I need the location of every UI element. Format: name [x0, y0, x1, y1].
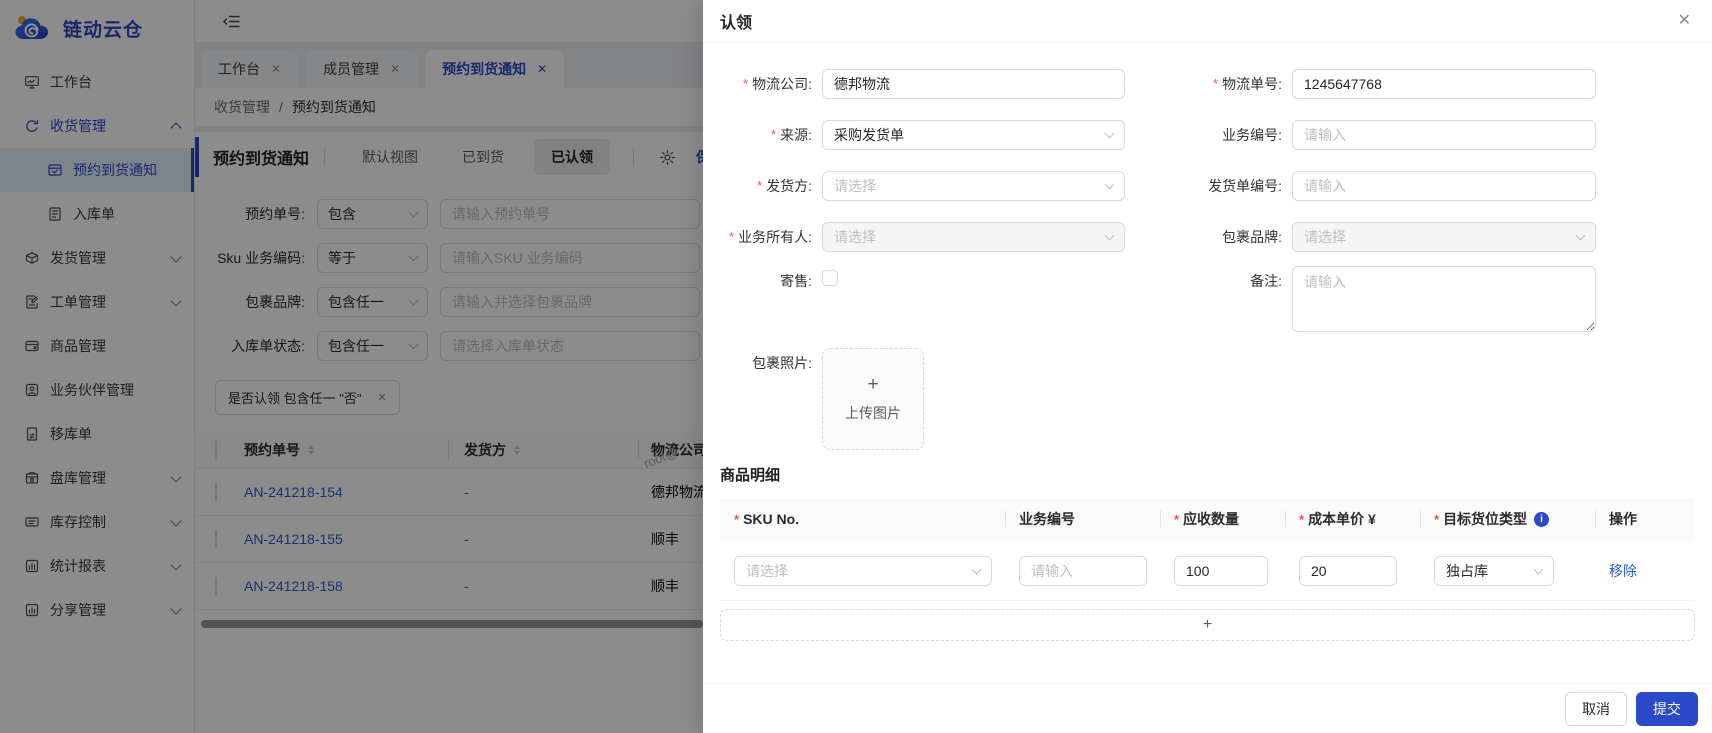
- select-value: 采购发货单: [834, 126, 904, 143]
- field-label: 发货单编号:: [1125, 160, 1292, 211]
- field-label: * 物流公司:: [720, 58, 822, 109]
- source-select[interactable]: 采购发货单: [822, 119, 1125, 150]
- column-label: SKU No.: [743, 511, 800, 527]
- select-value: 独占库: [1446, 562, 1488, 579]
- add-row-button[interactable]: +: [720, 609, 1695, 641]
- required-mark: *: [734, 511, 740, 527]
- select-placeholder: 请选择: [746, 562, 788, 579]
- detail-section-title: 商品明细: [720, 467, 781, 484]
- select-placeholder: 请选择: [834, 228, 876, 245]
- upload-image-button[interactable]: + 上传图片: [822, 348, 924, 450]
- label-text: 业务编号:: [1222, 126, 1282, 143]
- consignment-checkbox[interactable]: [822, 270, 838, 286]
- plus-icon: +: [867, 374, 879, 395]
- detail-column-qty: * 应收数量: [1160, 509, 1285, 529]
- select-placeholder: 请选择: [1304, 228, 1346, 245]
- column-label: 操作: [1609, 511, 1637, 527]
- field-label: 包裹品牌:: [1125, 211, 1292, 262]
- column-label: 成本单价 ¥: [1308, 511, 1376, 527]
- field-label: * 物流单号:: [1125, 58, 1292, 109]
- required-mark: *: [1434, 511, 1440, 527]
- chevron-down-icon: [1533, 564, 1544, 574]
- location-type-select[interactable]: 独占库: [1434, 555, 1554, 586]
- biz-no-input[interactable]: [1292, 119, 1596, 150]
- field-label: 业务编号:: [1125, 109, 1292, 160]
- label-text: 来源:: [780, 126, 812, 143]
- required-mark: *: [1213, 76, 1219, 91]
- detail-column-sku: * SKU No.: [720, 511, 1005, 527]
- chevron-down-icon: [1575, 230, 1586, 240]
- modal-body: *物流公司: *物流单号: *来源: 采购发货单 业务编号: *发货方: 请选择…: [703, 43, 1712, 683]
- label-text: 物流单号:: [1222, 75, 1282, 92]
- label-text: 物流公司:: [752, 75, 812, 92]
- field-label: * 来源:: [720, 109, 822, 160]
- cancel-button[interactable]: 取消: [1565, 691, 1627, 726]
- field-label: 寄售:: [720, 262, 822, 344]
- required-mark: *: [1174, 511, 1180, 527]
- close-icon[interactable]: ✕: [1678, 13, 1691, 29]
- upload-label: 上传图片: [845, 405, 901, 421]
- field-label: * 业务所有人:: [720, 211, 822, 262]
- sku-select[interactable]: 请选择: [734, 555, 992, 586]
- qty-input[interactable]: [1174, 555, 1268, 586]
- field-label: 备注:: [1125, 262, 1292, 344]
- required-mark: *: [771, 127, 777, 142]
- unit-price-input[interactable]: [1299, 555, 1397, 586]
- modal-header: 认领 ✕: [703, 0, 1712, 43]
- field-label: 包裹照片:: [720, 344, 822, 456]
- label-text: 备注:: [1250, 273, 1282, 289]
- claim-form: *物流公司: *物流单号: *来源: 采购发货单 业务编号: *发货方: 请选择…: [720, 58, 1695, 456]
- page: 链动云仓 工作台 收货管理 预约到货通知 入库单 发货管理 工单管理 商品管理 …: [0, 0, 1712, 733]
- biz-owner-select[interactable]: 请选择: [822, 221, 1125, 252]
- label-text: 包裹品牌:: [1222, 228, 1282, 245]
- shipper-select[interactable]: 请选择: [822, 170, 1125, 201]
- item-biz-no-input[interactable]: [1019, 555, 1147, 586]
- required-mark: *: [729, 229, 735, 244]
- select-placeholder: 请选择: [834, 177, 876, 194]
- detail-column-price: * 成本单价 ¥: [1285, 509, 1420, 529]
- required-mark: *: [757, 178, 763, 193]
- shipping-order-no-input[interactable]: [1292, 170, 1596, 201]
- chevron-down-icon: [1104, 179, 1115, 189]
- field-label: * 发货方:: [720, 160, 822, 211]
- chevron-down-icon: [1104, 230, 1115, 240]
- chevron-down-icon: [1104, 128, 1115, 138]
- label-text: 发货方:: [766, 177, 812, 194]
- logistics-company-input[interactable]: [822, 68, 1125, 99]
- detail-column-location-type: * 目标货位类型 i: [1420, 509, 1595, 529]
- info-icon[interactable]: i: [1534, 511, 1550, 527]
- label-text: 寄售:: [780, 273, 812, 289]
- label-text: 包裹照片:: [752, 355, 812, 371]
- detail-column-biz: 业务编号: [1005, 509, 1160, 529]
- column-label: 应收数量: [1183, 511, 1240, 527]
- detail-header-row: * SKU No. 业务编号 * 应收数量 * 成本单价 ¥ * 目标货位类型 i 操作: [720, 497, 1695, 541]
- detail-item-row: 请选择 独占库 移除: [720, 541, 1695, 601]
- modal-title: 认领: [720, 15, 753, 32]
- label-text: 发货单编号:: [1208, 177, 1282, 194]
- remark-textarea[interactable]: [1292, 266, 1596, 332]
- required-mark: *: [743, 76, 749, 91]
- claim-modal: 认领 ✕ *物流公司: *物流单号: *来源: 采购发货单 业务编号: *发货方…: [703, 0, 1712, 733]
- tracking-no-input[interactable]: [1292, 68, 1596, 99]
- chevron-down-icon: [971, 564, 982, 574]
- remove-row-link[interactable]: 移除: [1609, 561, 1637, 581]
- column-label: 目标货位类型: [1443, 511, 1528, 527]
- column-label: 业务编号: [1019, 511, 1075, 527]
- detail-column-action: 操作: [1595, 509, 1695, 529]
- modal-footer: 取消 提交: [703, 683, 1712, 733]
- package-brand-select[interactable]: 请选择: [1292, 221, 1596, 252]
- plus-icon: +: [1202, 616, 1213, 633]
- label-text: 业务所有人:: [738, 228, 812, 245]
- required-mark: *: [1299, 511, 1305, 527]
- submit-button[interactable]: 提交: [1636, 691, 1698, 726]
